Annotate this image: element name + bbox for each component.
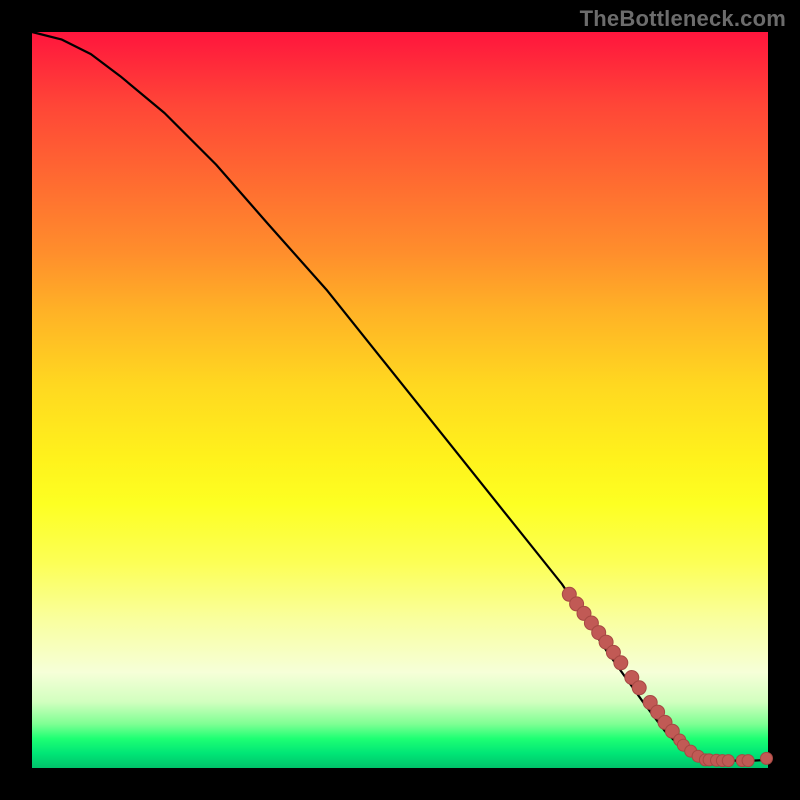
plot-area [32,32,768,768]
data-point [614,656,628,670]
data-point [632,681,646,695]
chart-svg [32,32,768,768]
watermark-text: TheBottleneck.com [580,6,786,32]
data-dots [562,587,772,766]
data-point [761,752,773,764]
bottleneck-curve [32,32,768,761]
chart-stage: TheBottleneck.com [0,0,800,800]
data-point [722,755,734,767]
data-point [742,755,754,767]
